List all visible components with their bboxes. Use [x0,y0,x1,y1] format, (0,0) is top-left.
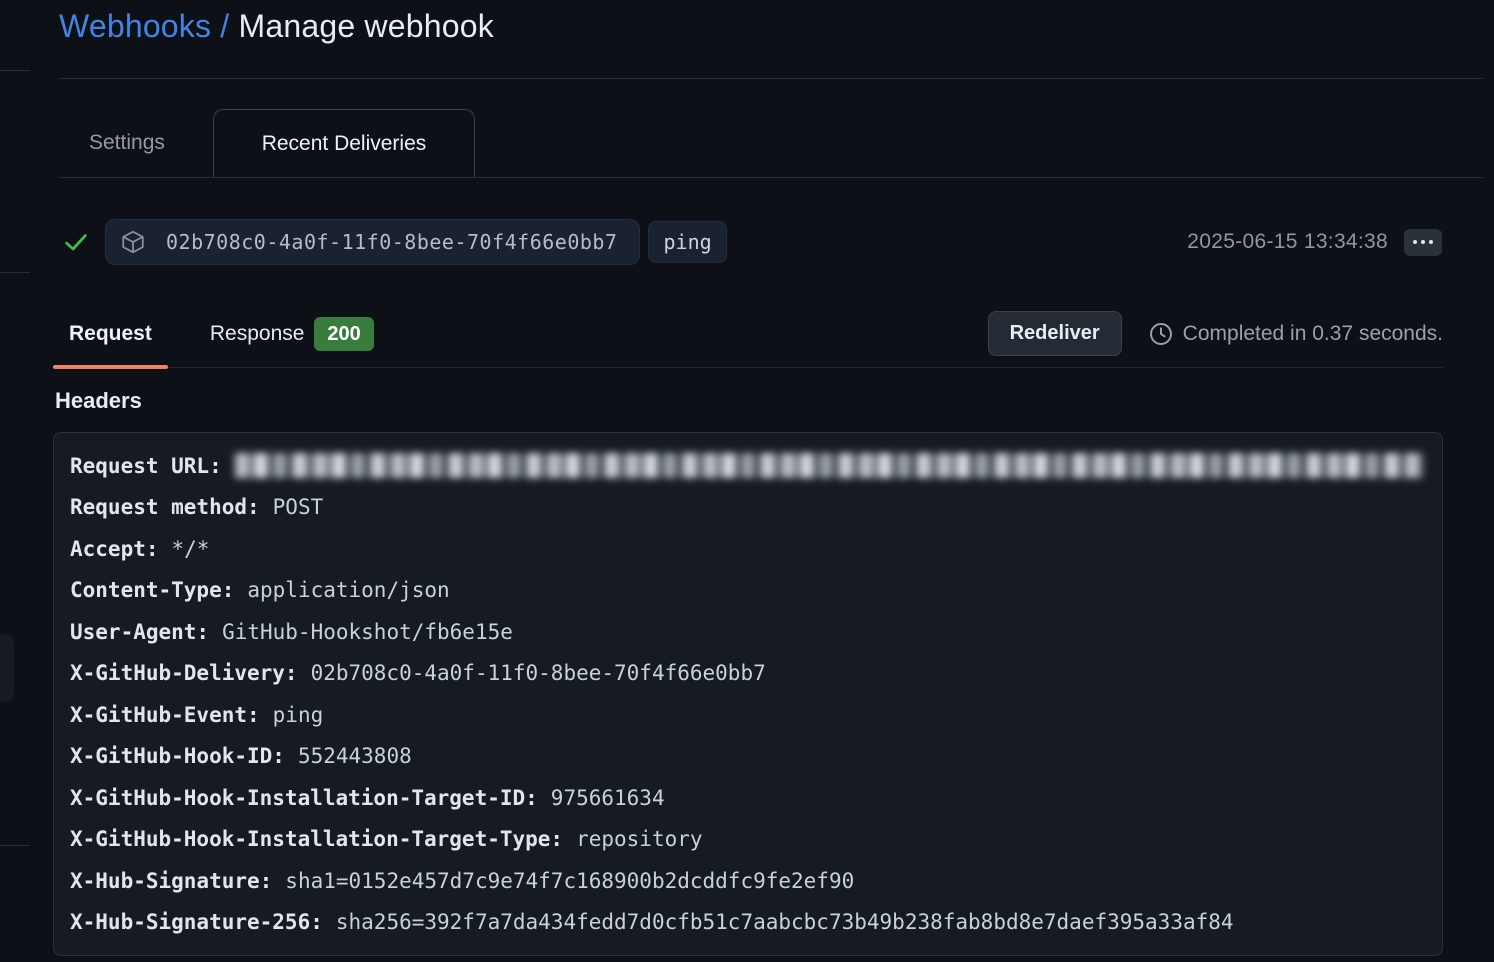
delivery-row: 02b708c0-4a0f-11f0-8bee-70f4f66e0bb7 pin… [59,218,1442,266]
left-panel-edge [0,0,18,962]
manage-webhook-page: Webhooks / Manage webhook Settings Recen… [0,0,1494,962]
headers-heading: Headers [55,388,142,414]
header-label: Request method: [70,495,260,519]
completed-duration-text: Completed in 0.37 seconds. [1183,322,1443,346]
left-panel-divider [0,845,30,846]
header-label: X-GitHub-Event: [70,703,260,727]
header-line: X-GitHub-Event: ping [70,694,1426,736]
delivery-options-button[interactable] [1404,229,1442,256]
left-panel-divider [0,272,30,273]
header-value: repository [576,827,702,851]
header-label: X-Hub-Signature: [70,869,272,893]
tab-recent-deliveries[interactable]: Recent Deliveries [213,109,475,177]
header-line: Request URL: [70,445,1426,487]
header-line: X-GitHub-Hook-ID: 552443808 [70,736,1426,778]
tab-request-label: Request [69,322,152,346]
header-line: X-GitHub-Delivery: 02b708c0-4a0f-11f0-8be… [70,653,1426,695]
kebab-dot [1429,240,1433,244]
delivery-timestamp: 2025-06-15 13:34:38 [1187,230,1388,254]
kebab-dot [1421,240,1425,244]
header-value: sha1=0152e457d7c9e74f7c168900b2dcddfc9fe… [285,869,854,893]
header-line: X-Hub-Signature-256: sha256=392f7a7da434f… [70,902,1426,944]
delivery-meta: 2025-06-15 13:34:38 [1187,229,1442,256]
header-value: 552443808 [298,744,412,768]
tab-request[interactable]: Request [53,300,168,367]
header-label: Content-Type: [70,578,234,602]
breadcrumb-separator: / [211,8,238,44]
breadcrumb-webhooks-link[interactable]: Webhooks [59,8,211,44]
header-value: GitHub-Hookshot/fb6e15e [222,620,513,644]
active-tab-underline [53,365,168,369]
header-line: X-GitHub-Hook-Installation-Target-Type: r… [70,819,1426,861]
left-panel-divider [0,70,30,71]
clock-icon [1148,321,1174,347]
breadcrumb-current: Manage webhook [239,8,494,44]
header-line: Request method: POST [70,487,1426,529]
delivery-guid: 02b708c0-4a0f-11f0-8bee-70f4f66e0bb7 [166,230,617,254]
header-line: User-Agent: GitHub-Hookshot/fb6e15e [70,611,1426,653]
header-line: Content-Type: application/json [70,570,1426,612]
delivery-actions: Redeliver Completed in 0.37 seconds. [988,311,1443,356]
header-value: POST [273,495,324,519]
header-label: Accept: [70,537,159,561]
header-value: 975661634 [551,786,665,810]
header-label: X-GitHub-Hook-Installation-Target-Type: [70,827,563,851]
header-value: */* [172,537,210,561]
header-label: Request URL: [70,454,222,478]
header-value: application/json [247,578,449,602]
header-line: Accept: */* [70,528,1426,570]
header-label: X-GitHub-Hook-Installation-Target-ID: [70,786,538,810]
response-status-badge: 200 [314,317,373,351]
redacted-url-blur [235,453,1424,478]
header-line: X-Hub-Signature: sha1=0152e457d7c9e74f7c1… [70,860,1426,902]
header-value: 02b708c0-4a0f-11f0-8bee-70f4f66e0bb7 [311,661,766,685]
header-value: sha256=392f7a7da434fedd7d0cfb51c7aabcbc7… [336,910,1234,934]
kebab-dot [1413,240,1417,244]
header-value: ping [273,703,324,727]
delivery-event-badge: ping [648,221,726,263]
check-icon [62,228,90,256]
header-label: X-GitHub-Delivery: [70,661,298,685]
webhook-tabnav: Settings Recent Deliveries [59,109,1484,178]
delivery-guid-button[interactable]: 02b708c0-4a0f-11f0-8bee-70f4f66e0bb7 [105,219,640,265]
redeliver-button[interactable]: Redeliver [988,311,1122,356]
header-label: X-Hub-Signature-256: [70,910,323,934]
package-icon [120,229,146,255]
header-label: X-GitHub-Hook-ID: [70,744,285,768]
header-label: User-Agent: [70,620,209,644]
request-headers-block: Request URL: Request method: POST Accept:… [53,432,1443,956]
page-title: Webhooks / Manage webhook [59,8,494,45]
left-panel-item-partial [0,634,14,702]
title-divider [59,78,1484,79]
tab-response-label: Response [210,322,305,346]
header-line: X-GitHub-Hook-Installation-Target-ID: 975… [70,777,1426,819]
tab-response[interactable]: Response 200 [196,300,388,367]
tab-settings[interactable]: Settings [69,109,185,177]
request-response-tabbar: Request Response 200 Redeliver Completed… [53,300,1443,368]
